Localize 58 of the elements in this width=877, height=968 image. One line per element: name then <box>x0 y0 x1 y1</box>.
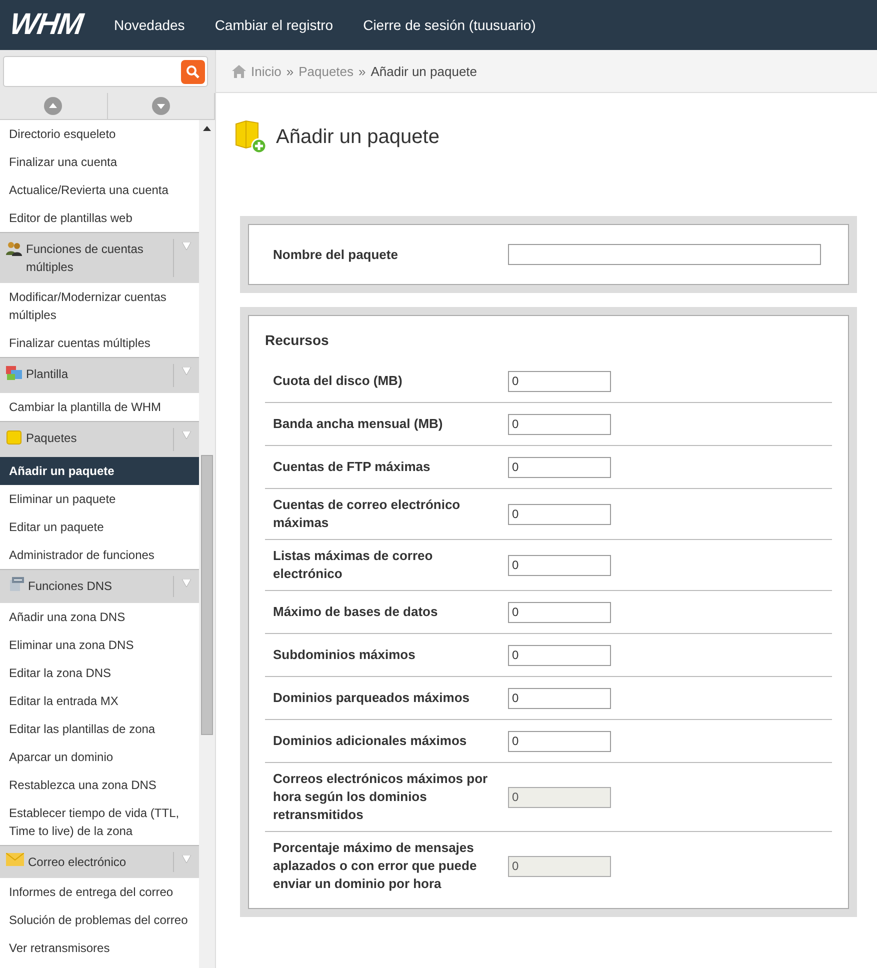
section-label: Funciones de cuentas múltiples <box>26 241 144 276</box>
sidebar-section-link[interactable]: Plantilla <box>0 358 174 393</box>
input-field[interactable]: 0 <box>508 554 611 576</box>
field-label: Listas máximas de correo electrónico <box>273 547 434 583</box>
search-button[interactable] <box>181 60 205 84</box>
sidebar-section-link[interactable]: Paquetes <box>0 422 174 457</box>
field-label: Correos electrónicos máximos por hora según los dominios retransmitidos <box>273 770 489 824</box>
nav-link[interactable]: Cierre de sesión (tuusuario) <box>363 17 536 33</box>
field-label: Nombre del paquete <box>273 246 399 264</box>
field-label: Cuentas de correo electrónico máximas <box>273 496 462 532</box>
input-field[interactable]: 0 <box>508 370 611 392</box>
dropdown-arrow-icon <box>182 242 192 250</box>
input-field[interactable]: 0 <box>508 456 611 478</box>
field-label: Máximo de bases de datos <box>273 603 439 621</box>
breadcrumb-separator: » <box>286 64 294 78</box>
sidebar-section-link[interactable]: Funciones DNS <box>0 570 174 603</box>
dropdown-arrow-icon <box>182 855 192 863</box>
nav-link[interactable]: Cambiar el registro <box>214 17 334 33</box>
envelope-icon <box>6 853 24 866</box>
section-title: Recursos <box>265 332 330 348</box>
home-icon <box>232 64 246 78</box>
field-label: Dominios adicionales máximos <box>273 732 468 750</box>
dropdown-arrow-icon <box>182 431 192 439</box>
input-field[interactable]: 0 <box>508 504 611 524</box>
search-field[interactable] <box>3 56 208 87</box>
windows-icon <box>6 365 22 381</box>
page-title: Añadir un paquete <box>276 126 440 148</box>
field-label: Cuentas de FTP máximas <box>273 458 432 476</box>
breadcrumb-separator: » <box>358 64 366 78</box>
sidebar-section-link[interactable]: Funciones de cuentas múltiples <box>0 233 174 283</box>
logo: WHM <box>8 8 84 42</box>
input-field[interactable]: 0 <box>508 414 611 434</box>
dropdown-arrow-icon <box>182 579 192 587</box>
current-page-label: Añadir un paquete <box>370 64 478 78</box>
input-field[interactable]: 0 <box>508 730 611 752</box>
input-field[interactable]: 0 <box>508 688 611 708</box>
users-icon <box>6 240 22 256</box>
search-icon <box>186 64 200 78</box>
section-label: Paquetes <box>26 430 77 447</box>
input-field[interactable] <box>508 244 821 265</box>
scrollbar-thumb[interactable] <box>201 455 213 735</box>
box-icon <box>6 429 22 445</box>
add-package-icon <box>234 120 268 154</box>
sidebar-item[interactable]: Añadir un paquete <box>0 457 200 485</box>
field-label: Cuota del disco (MB) <box>273 372 404 390</box>
input-field[interactable]: 0 <box>508 602 611 622</box>
field-label: Subdominios máximos <box>273 646 416 664</box>
section-label: Plantilla <box>26 366 68 383</box>
field-label: Dominios parqueados máximos <box>273 689 470 707</box>
section-label: Funciones DNS <box>28 578 112 595</box>
section-label: Correo electrónico <box>28 854 126 871</box>
input-field[interactable]: 0 <box>508 644 611 666</box>
dropdown-arrow-icon <box>182 367 192 375</box>
sidebar-section-link[interactable]: Correo electrónico <box>0 846 174 878</box>
scroll-up-arrow-icon <box>203 126 212 131</box>
nav-link[interactable]: Novedades <box>114 17 185 33</box>
field-label: Banda ancha mensual (MB) <box>273 415 444 433</box>
field-label: Porcentaje máximo de mensajes aplazados o con error que puede enviar un dominio por hora <box>273 839 478 893</box>
